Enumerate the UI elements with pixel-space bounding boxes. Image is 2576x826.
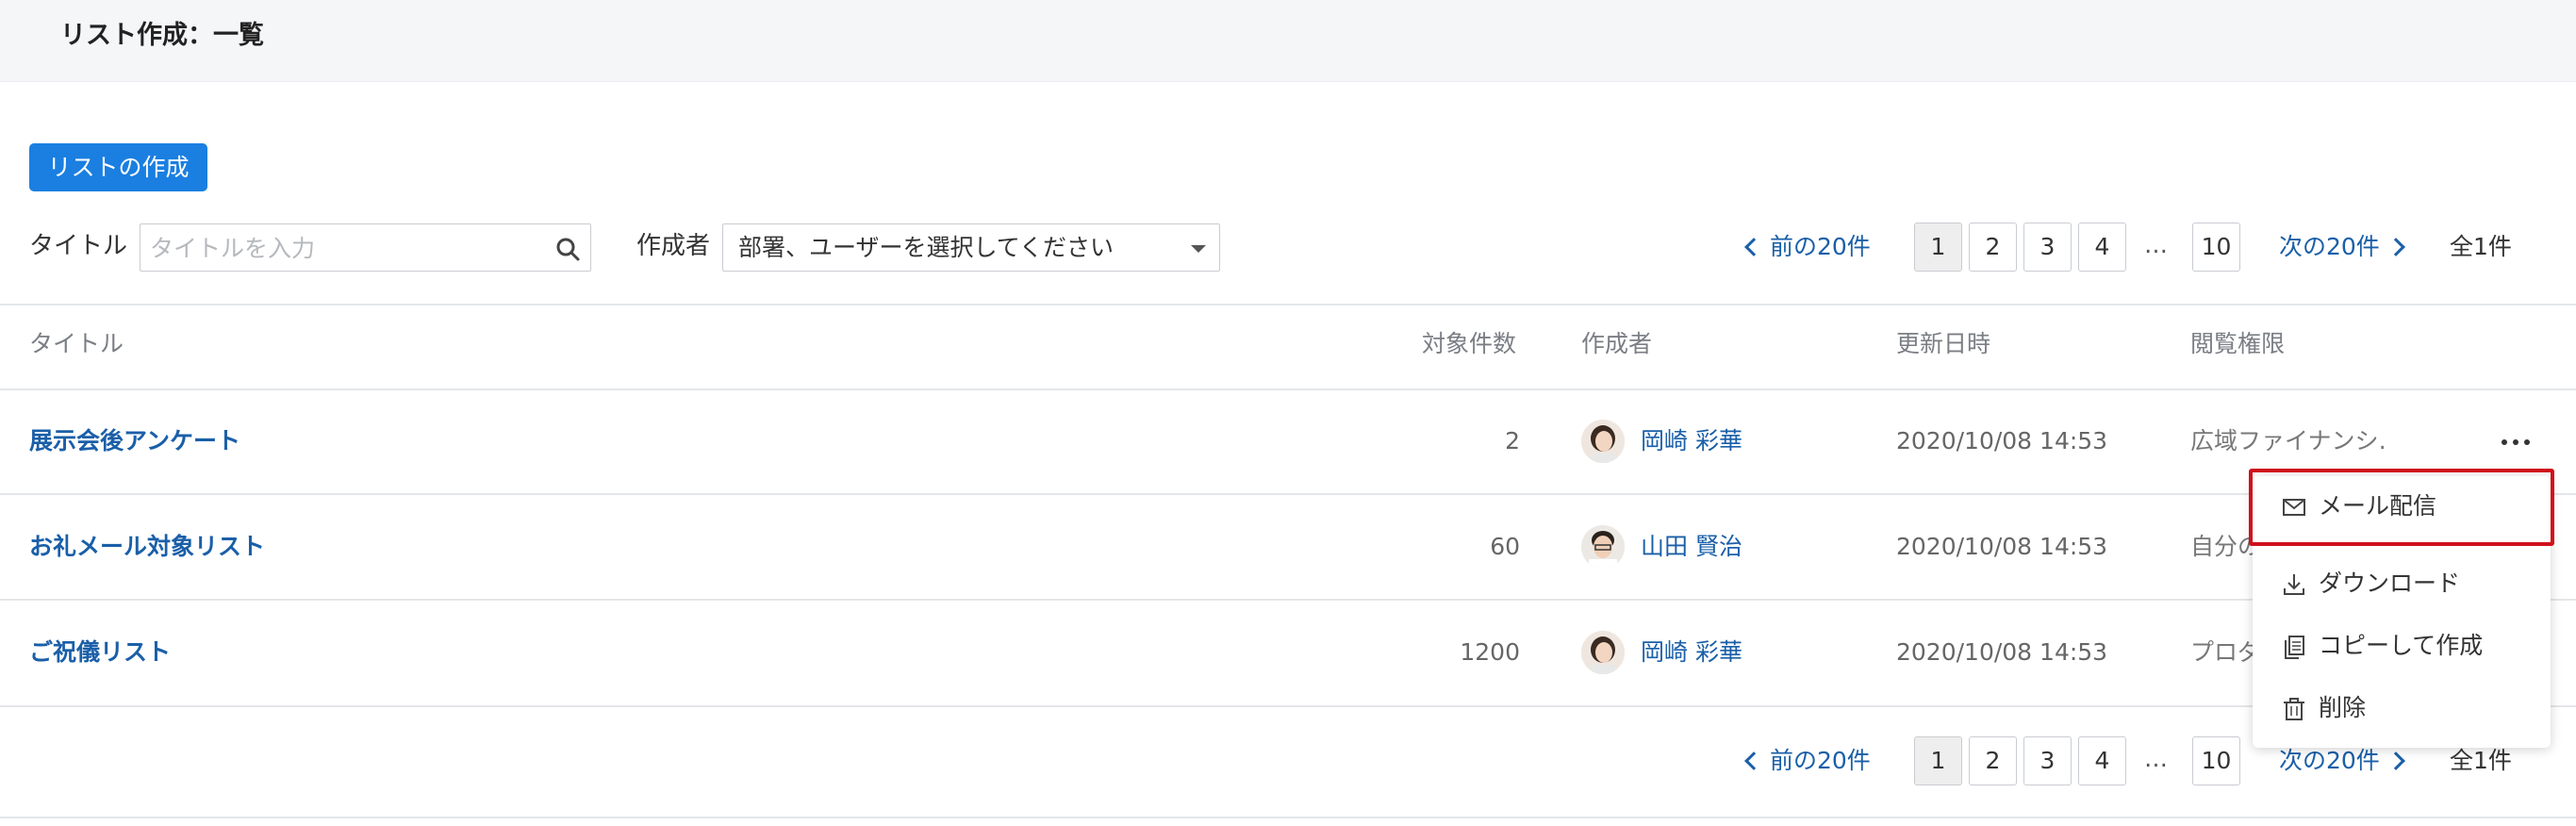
menu-item-label: 削除 — [2319, 694, 2367, 721]
row-title-link[interactable]: ご祝儀リスト — [29, 634, 171, 671]
row-count: 1200 — [1460, 638, 1520, 666]
pagination-top: 前の20件 1 2 3 4 … 10 次の20件 全1件 — [0, 223, 2576, 272]
create-list-button[interactable]: リストの作成 — [29, 143, 207, 191]
divider — [0, 493, 2576, 495]
chevron-left-icon — [1744, 238, 1763, 256]
menu-item-download[interactable]: ダウンロード — [2253, 553, 2551, 615]
column-header-permission: 閲覧権限 — [2190, 330, 2286, 357]
row-action-menu: メール配信 ダウンロード コピーして作成 削除 — [2249, 469, 2554, 748]
menu-item-label: コピーして作成 — [2319, 632, 2484, 659]
row-updated: 2020/10/08 14:53 — [1896, 427, 2108, 454]
mail-icon — [2283, 499, 2305, 516]
page-button-10[interactable]: 10 — [2192, 736, 2240, 785]
column-header-title: タイトル — [29, 330, 124, 357]
menu-item-copy[interactable]: コピーして作成 — [2253, 615, 2551, 677]
page-ellipsis: … — [2144, 745, 2168, 772]
page-button-10[interactable]: 10 — [2192, 223, 2240, 272]
row-title-link[interactable]: お礼メール対象リスト — [29, 528, 265, 566]
page-button-4[interactable]: 4 — [2078, 223, 2126, 272]
next-page-link[interactable]: 次の20件 — [2279, 223, 2405, 272]
chevron-right-icon — [2386, 752, 2405, 770]
column-header-updated: 更新日時 — [1896, 330, 1991, 357]
row-count: 60 — [1490, 533, 1520, 560]
row-permission: 広域ファイナンシ… — [2190, 427, 2388, 454]
row-author-link[interactable]: 岡崎 彩華 — [1641, 634, 1742, 671]
divider — [0, 705, 2576, 707]
column-header-author: 作成者 — [1581, 330, 1653, 357]
page-header: リスト作成：一覧 — [0, 0, 2576, 82]
menu-item-label: ダウンロード — [2319, 570, 2461, 597]
column-header-count: 対象件数 — [1422, 330, 1517, 357]
avatar — [1581, 631, 1625, 674]
chevron-left-icon — [1744, 752, 1763, 770]
prev-page-link[interactable]: 前の20件 — [1744, 736, 1871, 785]
row-author-link[interactable]: 岡崎 彩華 — [1641, 422, 1742, 460]
total-count: 全1件 — [2450, 233, 2512, 260]
page-button-2[interactable]: 2 — [1969, 736, 2017, 785]
next-page-label: 次の20件 — [2279, 747, 2380, 774]
more-icon[interactable] — [2499, 430, 2533, 453]
row-title-link[interactable]: 展示会後アンケート — [29, 422, 240, 460]
menu-item-mail[interactable]: メール配信 — [2249, 469, 2554, 546]
copy-icon — [2285, 636, 2304, 659]
page-ellipsis: … — [2144, 231, 2168, 258]
page-button-3[interactable]: 3 — [2023, 736, 2072, 785]
next-page-label: 次の20件 — [2279, 233, 2380, 260]
row-updated: 2020/10/08 14:53 — [1896, 638, 2108, 666]
menu-item-delete[interactable]: 削除 — [2253, 677, 2551, 739]
row-permission: プロダ — [2190, 638, 2256, 666]
trash-icon — [2284, 698, 2304, 720]
divider — [0, 599, 2576, 601]
row-count: 2 — [1505, 427, 1520, 454]
page-button-2[interactable]: 2 — [1969, 223, 2017, 272]
menu-item-label: メール配信 — [2319, 492, 2437, 520]
row-permission: 自分の — [2190, 533, 2256, 560]
prev-page-label: 前の20件 — [1770, 747, 1871, 774]
prev-page-link[interactable]: 前の20件 — [1744, 223, 1871, 272]
page-button-4[interactable]: 4 — [2078, 736, 2126, 785]
pagination-bottom: 前の20件 1 2 3 4 … 10 次の20件 全1件 — [0, 736, 2576, 785]
row-updated: 2020/10/08 14:53 — [1896, 533, 2108, 560]
page-title: リスト作成：一覧 — [60, 21, 264, 50]
row-author-link[interactable]: 山田 賢治 — [1641, 528, 1742, 566]
download-icon — [2284, 574, 2304, 595]
divider — [0, 304, 2576, 306]
avatar — [1581, 525, 1625, 569]
divider — [0, 388, 2576, 390]
page-button-3[interactable]: 3 — [2023, 223, 2072, 272]
page-button-1[interactable]: 1 — [1914, 736, 1962, 785]
divider — [0, 817, 2576, 818]
avatar — [1581, 420, 1625, 463]
chevron-right-icon — [2386, 238, 2405, 256]
page-button-1[interactable]: 1 — [1914, 223, 1962, 272]
prev-page-label: 前の20件 — [1770, 233, 1871, 260]
